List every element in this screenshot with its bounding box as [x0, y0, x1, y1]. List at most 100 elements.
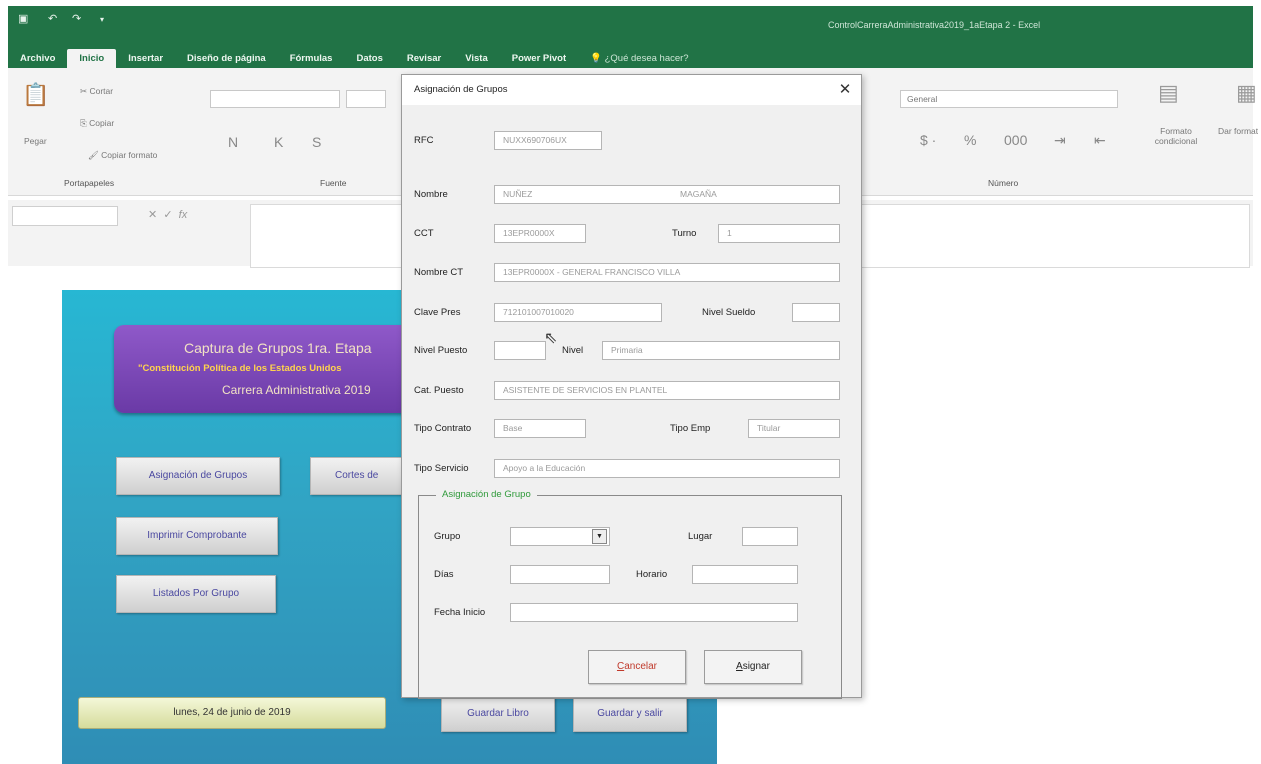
turno-label: Turno: [672, 228, 697, 239]
tipo-contrato-label: Tipo Contrato: [414, 423, 472, 434]
nombre-part1: NUÑEZ: [503, 189, 533, 199]
font-size-select[interactable]: [346, 90, 386, 108]
dialog-title: Asignación de Grupos: [414, 84, 508, 95]
conditional-format-icon[interactable]: ▤: [1158, 80, 1179, 106]
nivel-label: Nivel: [562, 345, 584, 356]
font-group-label: Fuente: [320, 178, 347, 188]
fx-icons[interactable]: ✕ ✓ fx: [148, 208, 187, 221]
name-box[interactable]: [12, 206, 118, 226]
tab-vista[interactable]: Vista: [453, 49, 500, 69]
tab-inicio[interactable]: Inicio: [67, 49, 117, 69]
paste-label[interactable]: Pegar: [24, 136, 47, 146]
paste-icon[interactable]: 📋: [22, 82, 49, 108]
tell-me-search[interactable]: 💡 ¿Qué desea hacer?: [578, 49, 700, 69]
format-painter-button[interactable]: 🖌 Copiar formato: [88, 150, 157, 161]
cut-label: Cortar: [89, 86, 114, 96]
date-display: lunes, 24 de junio de 2019: [78, 697, 386, 729]
banner-year: Carrera Administrativa 2019: [222, 383, 371, 397]
assign-button[interactable]: Asignar: [704, 650, 802, 684]
tab-datos[interactable]: Datos: [344, 49, 394, 69]
rfc-field[interactable]: NUXX690706UX: [494, 131, 602, 150]
clipboard-group-label: Portapapeles: [64, 178, 115, 188]
nivel-sueldo-field[interactable]: [792, 303, 840, 322]
cat-puesto-field[interactable]: ASISTENTE DE SERVICIOS EN PLANTEL: [494, 381, 840, 400]
dias-field[interactable]: [510, 565, 610, 584]
nivel-field[interactable]: Primaria: [602, 341, 840, 360]
tipo-contrato-field[interactable]: Base: [494, 419, 586, 438]
chevron-down-icon[interactable]: ▼: [592, 529, 607, 544]
dias-label: Días: [434, 569, 454, 580]
undo-icon[interactable]: ↶: [48, 12, 57, 25]
tab-formulas[interactable]: Fórmulas: [278, 49, 345, 69]
cct-field[interactable]: 13EPR0000X: [494, 224, 586, 243]
copy-label: Copiar: [89, 118, 115, 128]
format-table-label[interactable]: Dar formato como tabla: [1218, 126, 1258, 136]
nombre-field[interactable]: NUÑEZ MAGAÑA: [494, 185, 840, 204]
cancel-button[interactable]: Cancelar: [588, 650, 686, 684]
increase-decimal-icon[interactable]: ⇥: [1054, 132, 1066, 149]
group-cuts-button[interactable]: Cortes de: [310, 457, 410, 495]
banner-title: Captura de Grupos 1ra. Etapa: [184, 340, 372, 356]
excel-titlebar: ▣ ↶ ↷ ▾ ControlCarreraAdministrativa2019…: [8, 6, 1253, 70]
ribbon-tabs: Archivo Inicio Insertar Diseño de página…: [8, 48, 701, 70]
tab-revisar[interactable]: Revisar: [395, 49, 453, 69]
tab-archivo[interactable]: Archivo: [8, 49, 67, 69]
customize-qat-icon[interactable]: ▾: [100, 15, 104, 24]
copy-button[interactable]: ⎘ Copiar: [80, 118, 114, 129]
mouse-cursor-icon: ⇖: [544, 330, 558, 347]
save-exit-button[interactable]: Guardar y salir: [573, 696, 687, 732]
number-format-select[interactable]: General: [900, 90, 1118, 108]
cct-label: CCT: [414, 228, 434, 239]
percent-icon[interactable]: %: [964, 132, 976, 148]
save-icon[interactable]: ▣: [18, 12, 28, 25]
fecha-inicio-field[interactable]: [510, 603, 798, 622]
tipo-servicio-field[interactable]: Apoyo a la Educación: [494, 459, 840, 478]
number-group-label: Número: [988, 178, 1019, 188]
print-receipt-button[interactable]: Imprimir Comprobante: [116, 517, 278, 555]
fecha-inicio-label: Fecha Inicio: [434, 607, 486, 618]
clave-pres-field[interactable]: 712101007010020: [494, 303, 662, 322]
currency-icon[interactable]: $ ·: [920, 132, 936, 148]
nombre-part2: MAGAÑA: [680, 189, 717, 199]
tell-me-label: ¿Qué desea hacer?: [604, 53, 689, 64]
lugar-field[interactable]: [742, 527, 798, 546]
rfc-label: RFC: [414, 135, 434, 146]
tipo-servicio-label: Tipo Servicio: [414, 463, 469, 474]
redo-icon[interactable]: ↷: [72, 12, 81, 25]
save-book-button[interactable]: Guardar Libro: [441, 696, 555, 732]
underline-button[interactable]: S: [312, 134, 321, 150]
nivel-sueldo-label: Nivel Sueldo: [702, 307, 756, 318]
italic-button[interactable]: K: [274, 134, 283, 150]
assign-groups-dialog: Asignación de Grupos ✕ RFC NUXX690706UX …: [401, 74, 862, 699]
horario-label: Horario: [636, 569, 668, 580]
lugar-label: Lugar: [688, 531, 713, 542]
cut-button[interactable]: ✂ Cortar: [80, 86, 113, 97]
format-table-icon[interactable]: ▦: [1236, 80, 1257, 106]
thousands-icon[interactable]: 000: [1004, 132, 1027, 148]
nivel-puesto-field[interactable]: [494, 341, 546, 360]
decrease-decimal-icon[interactable]: ⇤: [1094, 132, 1106, 149]
tab-insertar[interactable]: Insertar: [116, 49, 175, 69]
bold-button[interactable]: N: [228, 134, 238, 150]
dialog-titlebar: Asignación de Grupos ✕: [402, 75, 861, 105]
nombre-ct-label: Nombre CT: [414, 267, 464, 278]
window-title: ControlCarreraAdministrativa2019_1aEtapa…: [828, 20, 1041, 30]
tipo-emp-field[interactable]: Titular: [748, 419, 840, 438]
format-painter-label: Copiar formato: [101, 150, 158, 160]
nombre-ct-field[interactable]: 13EPR0000X - GENERAL FRANCISCO VILLA: [494, 263, 840, 282]
conditional-format-label[interactable]: Formato condicional: [1146, 126, 1206, 146]
horario-field[interactable]: [692, 565, 798, 584]
nombre-label: Nombre: [414, 189, 448, 200]
tab-power-pivot[interactable]: Power Pivot: [500, 49, 578, 69]
tab-diseno-pagina[interactable]: Diseño de página: [175, 49, 278, 69]
lists-by-group-button[interactable]: Listados Por Grupo: [116, 575, 276, 613]
grupo-label: Grupo: [434, 531, 461, 542]
banner-subtitle: "Constitución Política de los Estados Un…: [138, 363, 342, 374]
font-name-select[interactable]: [210, 90, 340, 108]
group-frame-legend: Asignación de Grupo: [436, 489, 537, 500]
cat-puesto-label: Cat. Puesto: [414, 385, 464, 396]
turno-field[interactable]: 1: [718, 224, 840, 243]
close-icon[interactable]: ✕: [835, 80, 855, 98]
assign-groups-button[interactable]: Asignación de Grupos: [116, 457, 280, 495]
nivel-puesto-label: Nivel Puesto: [414, 345, 468, 356]
